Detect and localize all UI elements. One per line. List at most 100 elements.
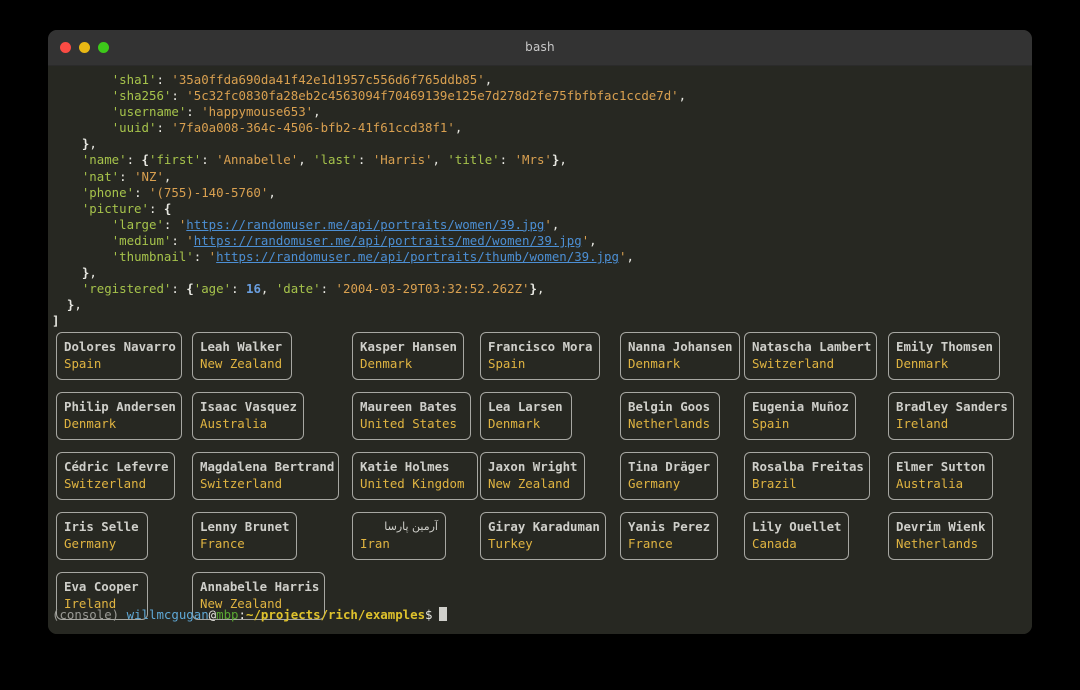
code-url[interactable]: https://randomuser.me/api/portraits/med/… xyxy=(194,233,582,248)
user-card: Natascha Lambert Switzerland xyxy=(744,331,877,380)
code-token: 'Annabelle' xyxy=(216,152,299,168)
code-token: 'NZ' xyxy=(134,168,164,184)
code-token: 'Mrs' xyxy=(514,152,552,168)
shell-prompt: (console) willmcgugan@mbp:~/projects/ric… xyxy=(52,607,447,623)
code-token: : xyxy=(148,200,164,216)
user-card-country: Spain xyxy=(488,355,526,371)
user-card-country: Denmark xyxy=(628,355,681,371)
user-card-country: Switzerland xyxy=(64,475,147,491)
user-card-country: Germany xyxy=(628,475,681,491)
user-card: Cédric Lefevre Switzerland xyxy=(56,451,175,500)
code-token: 'sha256' xyxy=(111,88,172,104)
code-token: , xyxy=(454,120,463,136)
code-token: 'sha1' xyxy=(111,72,157,87)
user-card-name: Emily Thomsen xyxy=(896,338,993,354)
user-card-country: Germany xyxy=(64,535,117,551)
user-card: Lenny Brunet France xyxy=(192,511,297,560)
user-card-name: Katie Holmes xyxy=(360,458,450,474)
user-card: Maureen Bates United States xyxy=(352,391,471,440)
code-token: { xyxy=(163,200,172,216)
code-token: : xyxy=(186,104,202,120)
user-card-name: Philip Andersen xyxy=(64,398,176,414)
code-output: 'sha1': '35a0ffda690da41f42e1d1957c556d6… xyxy=(48,66,1032,330)
user-card-name: Devrim Wienk xyxy=(896,518,986,534)
user-card-country: Turkey xyxy=(488,535,533,551)
user-card-country: Denmark xyxy=(360,355,413,371)
user-card-country: Switzerland xyxy=(200,475,283,491)
title-bar[interactable]: bash xyxy=(48,30,1032,66)
user-card-name: Lenny Brunet xyxy=(200,518,290,534)
code-token: : xyxy=(156,72,172,87)
code-token: 'title' xyxy=(447,152,500,168)
code-line: }, xyxy=(52,265,1032,281)
code-token: ' xyxy=(544,216,552,232)
user-card-country: Brazil xyxy=(752,475,797,491)
user-card: Eugenia Muñoz Spain xyxy=(744,391,856,440)
user-card-country: France xyxy=(200,535,245,551)
code-token: '7fa0a008-364c-4506-bfb2-41f61ccd38f1' xyxy=(171,120,455,136)
code-token: : xyxy=(171,281,187,297)
terminal-body[interactable]: 'sha1': '35a0ffda690da41f42e1d1957c556d6… xyxy=(48,66,1032,634)
code-token: '35a0ffda690da41f42e1d1957c556d6f765ddb8… xyxy=(171,72,485,87)
user-card-name: Cédric Lefevre xyxy=(64,458,169,474)
user-card-grid: Dolores Navarro Spain Leah Walker New Zeala… xyxy=(48,331,1032,632)
code-token: ' xyxy=(186,232,194,248)
code-url[interactable]: https://randomuser.me/api/portraits/wome… xyxy=(186,217,544,232)
code-token: , xyxy=(163,168,172,184)
terminal-window: bash 'sha1': '35a0ffda690da41f42e1d1957c… xyxy=(48,30,1032,634)
user-card: Isaac Vasquez Australia xyxy=(192,391,304,440)
user-card-name: آرمین پارسا xyxy=(384,519,438,533)
code-token: : xyxy=(193,249,209,265)
user-card-country: Iran xyxy=(360,535,390,551)
user-card-name: Elmer Sutton xyxy=(896,458,986,474)
user-card-name: Yanis Perez xyxy=(628,518,711,534)
code-line: 'nat': 'NZ', xyxy=(52,169,1032,185)
code-token: , xyxy=(484,72,493,87)
user-card-country: Spain xyxy=(752,415,790,431)
user-card-name: Lea Larsen xyxy=(488,398,563,414)
code-url[interactable]: https://randomuser.me/api/portraits/thum… xyxy=(216,249,619,264)
code-token: , xyxy=(626,249,634,265)
code-token: : xyxy=(357,152,373,168)
user-card: Iris Selle Germany xyxy=(56,511,148,560)
user-card: Lea Larsen Denmark xyxy=(480,391,572,440)
code-token: ] xyxy=(52,313,60,329)
user-card-name: Isaac Vasquez xyxy=(200,398,297,414)
user-card: Yanis Perez France xyxy=(620,511,718,560)
user-card-name: Bradley Sanders xyxy=(896,398,1008,414)
code-token: { xyxy=(141,152,149,168)
code-token: , xyxy=(268,184,276,200)
code-token: 'phone' xyxy=(81,184,135,200)
window-title: bash xyxy=(525,40,555,54)
card-row: Cédric Lefevre Switzerland Magdalena Bertr… xyxy=(52,451,1032,512)
user-card-name: Giray Karaduman xyxy=(488,518,600,534)
user-card-country: Netherlands xyxy=(628,415,711,431)
code-line: ] xyxy=(52,313,1032,329)
user-card-name: Jaxon Wright xyxy=(488,458,578,474)
code-token: : xyxy=(171,88,187,104)
user-card-name: Lily Ouellet xyxy=(752,518,842,534)
user-card-country: United States xyxy=(360,415,457,431)
user-card: Dolores Navarro Spain xyxy=(56,331,182,380)
code-token: , xyxy=(678,88,687,104)
user-card-name: Belgin Goos xyxy=(628,398,711,414)
code-token: '2004-03-29T03:32:52.262Z' xyxy=(335,281,530,297)
user-card: Magdalena Bertrand Switzerland xyxy=(192,451,339,500)
user-card-name: Rosalba Freitas xyxy=(752,458,864,474)
user-card-name: Eva Cooper xyxy=(64,578,139,594)
code-token: 'date' xyxy=(275,281,321,297)
code-token: { xyxy=(186,281,194,297)
user-card-country: Netherlands xyxy=(896,535,979,551)
code-token: 'large' xyxy=(111,216,164,232)
code-token: '5c32fc0830fa28eb2c4563094f70469139e125e… xyxy=(186,88,679,104)
terminal-cursor xyxy=(438,607,447,621)
code-line: }, xyxy=(52,136,1032,152)
code-token: , xyxy=(74,297,82,313)
user-card-country: Switzerland xyxy=(752,355,835,371)
user-card: Lily Ouellet Canada xyxy=(744,511,849,560)
